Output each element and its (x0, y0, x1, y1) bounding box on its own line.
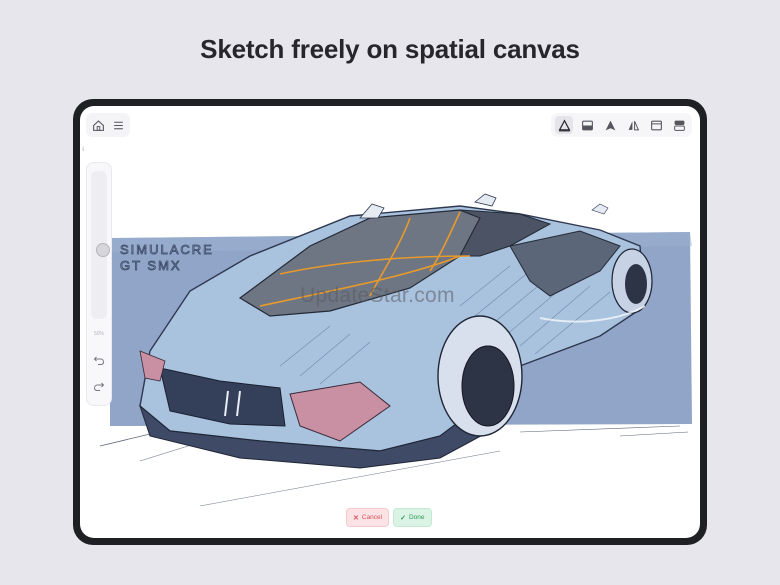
left-toolbar (86, 113, 130, 137)
svg-text:GT SMX: GT SMX (120, 258, 182, 273)
cancel-label: Cancel (361, 514, 383, 521)
canvas-corner-marker: ℹ (82, 147, 85, 153)
svg-text:SIMULACRE: SIMULACRE (120, 242, 214, 257)
close-icon: ✕ (353, 514, 359, 522)
brush-sidebar: 50% (86, 162, 112, 406)
menu-button[interactable] (109, 116, 127, 134)
window-button[interactable] (647, 116, 665, 134)
undo-button[interactable] (90, 351, 108, 369)
redo-button[interactable] (90, 377, 108, 395)
home-button[interactable] (89, 116, 107, 134)
fill-triangle-icon (605, 120, 615, 130)
mirror-icon (628, 120, 639, 130)
home-icon (92, 119, 104, 131)
undo-icon (93, 356, 105, 365)
window-icon (650, 120, 662, 130)
layer-icon (581, 120, 593, 130)
done-button[interactable]: ✓ Done (393, 508, 432, 527)
car-sketch-artwork: SIMULACRE GT SMX (99, 193, 692, 507)
fill-triangle-button[interactable] (601, 116, 619, 134)
right-toolbar (551, 113, 692, 137)
layer-button[interactable] (578, 116, 596, 134)
slider-value-label: 50% (93, 331, 104, 337)
cancel-button[interactable]: ✕ Cancel (346, 508, 390, 527)
pen-tool-button[interactable] (555, 116, 573, 134)
menu-icon (113, 121, 123, 129)
canvas-screen[interactable]: SIMULACRE GT SMX ℹ 50% UpdateStar.com ✕ … (80, 106, 700, 538)
watermark-text: UpdateStar.com (300, 284, 455, 307)
mirror-button[interactable] (624, 116, 642, 134)
panels-button[interactable] (670, 116, 688, 134)
panels-icon (673, 120, 685, 131)
confirm-bar: ✕ Cancel ✓ Done (346, 508, 432, 527)
slider-knob[interactable] (96, 243, 110, 257)
headline: Sketch freely on spatial canvas (200, 34, 580, 64)
checkmark-icon: ✓ (400, 514, 406, 522)
redo-icon (93, 382, 105, 391)
done-label: Done (408, 514, 425, 521)
tablet-frame: SIMULACRE GT SMX ℹ 50% UpdateStar.com ✕ … (73, 99, 707, 545)
pen-tool-icon (558, 118, 570, 131)
brush-size-slider[interactable] (91, 171, 110, 319)
